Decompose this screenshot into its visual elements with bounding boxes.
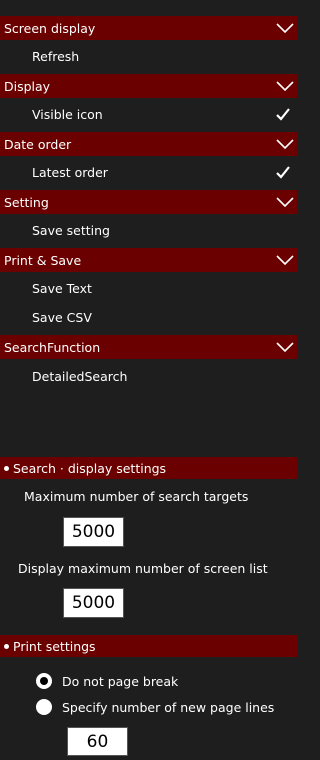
settings-title: Search · display settings: [13, 460, 167, 476]
section-setting[interactable]: Setting: [0, 190, 298, 214]
chevron-down-icon[interactable]: [275, 20, 295, 36]
menu-item-detailed-search[interactable]: DetailedSearch: [0, 361, 298, 391]
side-panel: Screen display Refresh Display Visible i…: [0, 0, 298, 760]
max-search-targets-input[interactable]: [63, 517, 124, 547]
radio-label: Specify number of new page lines: [62, 699, 275, 715]
section-title: Display: [4, 78, 51, 94]
section-date-order[interactable]: Date order: [0, 132, 298, 156]
checkmark-icon: [276, 108, 290, 121]
menu-item-refresh[interactable]: Refresh: [0, 41, 298, 71]
menu-item-label: Save Text: [32, 280, 92, 296]
chevron-down-icon[interactable]: [275, 136, 295, 152]
chevron-down-icon[interactable]: [275, 194, 295, 210]
menu-item-label: Save setting: [32, 222, 110, 238]
menu-item-save-setting[interactable]: Save setting: [0, 215, 298, 245]
max-search-targets-label: Maximum number of search targets: [24, 489, 249, 504]
section-search-function[interactable]: SearchFunction: [0, 335, 298, 359]
display-max-list-input[interactable]: [63, 588, 124, 618]
radio-unselected-icon[interactable]: [36, 699, 52, 715]
bullet-icon: [4, 643, 9, 649]
chevron-down-icon[interactable]: [275, 252, 295, 268]
menu-item-label: Visible icon: [32, 106, 103, 122]
radio-selected-icon[interactable]: [36, 673, 52, 689]
print-settings-header: Print settings: [0, 635, 298, 657]
section-display[interactable]: Display: [0, 74, 298, 98]
checkmark-icon: [276, 166, 290, 179]
section-title: Screen display: [4, 20, 96, 36]
bullet-icon: [4, 465, 9, 471]
section-title: SearchFunction: [4, 339, 101, 355]
menu-item-save-csv[interactable]: Save CSV: [0, 302, 298, 332]
menu-item-label: Save CSV: [32, 309, 92, 325]
section-title: Date order: [4, 136, 72, 152]
radio-label: Do not page break: [62, 673, 179, 689]
section-title: Print & Save: [4, 252, 82, 268]
menu-item-latest-order[interactable]: Latest order: [0, 157, 298, 187]
page-lines-input[interactable]: [67, 727, 128, 756]
section-screen-display[interactable]: Screen display: [0, 16, 298, 40]
menu-item-label: Latest order: [32, 164, 108, 180]
menu-item-label: DetailedSearch: [32, 368, 128, 384]
section-print-save[interactable]: Print & Save: [0, 248, 298, 272]
search-display-settings-header: Search · display settings: [0, 457, 298, 479]
display-max-list-label: Display maximum number of screen list: [18, 561, 268, 576]
chevron-down-icon[interactable]: [275, 78, 295, 94]
radio-no-page-break[interactable]: Do not page break: [36, 670, 178, 692]
chevron-down-icon[interactable]: [275, 339, 295, 355]
radio-specify-page-lines[interactable]: Specify number of new page lines: [36, 696, 274, 718]
menu-item-save-text[interactable]: Save Text: [0, 273, 298, 303]
settings-title: Print settings: [13, 638, 96, 654]
menu-item-label: Refresh: [32, 48, 80, 64]
menu-item-visible-icon[interactable]: Visible icon: [0, 99, 298, 129]
section-title: Setting: [4, 194, 49, 210]
